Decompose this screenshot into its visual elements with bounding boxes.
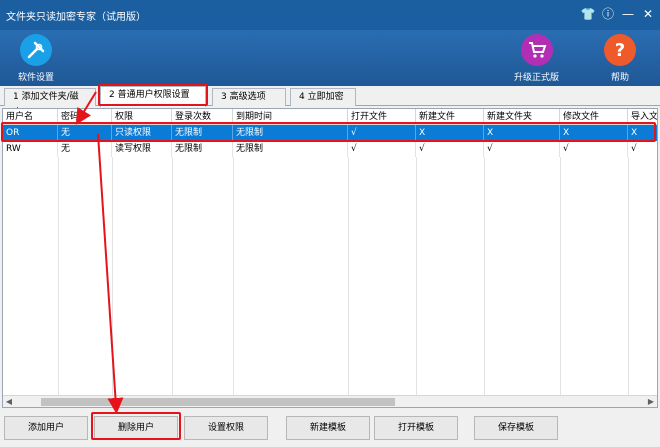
scroll-right-icon[interactable]: ▶ — [645, 396, 657, 407]
column-divider — [484, 157, 485, 395]
upgrade-tool[interactable]: 升级正式版 — [514, 34, 559, 83]
cell-modify-file: √ — [560, 141, 628, 157]
info-icon[interactable]: ⓘ — [600, 6, 616, 22]
tab-encrypt-now[interactable]: 4 立即加密 — [290, 88, 356, 106]
shirt-icon[interactable]: 👕 — [580, 6, 596, 22]
help-label: 帮助 — [610, 73, 629, 83]
table-row[interactable]: RW 无 读写权限 无限制 无限制 √ √ √ √ √ — [3, 141, 657, 157]
column-divider — [58, 157, 59, 395]
column-divider — [628, 157, 629, 395]
column-divider — [233, 157, 234, 395]
save-template-button[interactable]: 保存模板 — [474, 416, 558, 440]
open-template-button[interactable]: 打开模板 — [374, 416, 458, 440]
column-divider — [348, 157, 349, 395]
window-title: 文件夹只读加密专家（试用版） — [6, 12, 146, 23]
cell-password: 无 — [58, 141, 112, 157]
cell-import-file: √ — [628, 141, 657, 157]
tab-add-folder[interactable]: 1 添加文件夹/磁盘 — [4, 88, 96, 118]
scrollbar-thumb[interactable] — [41, 398, 395, 406]
header-toolbar: 软件设置 升级正式版 ? 帮助 — [0, 30, 660, 86]
cell-new-folder: √ — [484, 141, 560, 157]
cell-new-file: √ — [416, 141, 484, 157]
cell-permission: 读写权限 — [112, 141, 172, 157]
row-highlight-box — [1, 122, 656, 142]
wrench-screwdriver-icon — [20, 34, 52, 66]
settings-tool[interactable]: 软件设置 — [18, 34, 54, 83]
add-user-button[interactable]: 添加用户 — [4, 416, 88, 440]
upgrade-label: 升级正式版 — [514, 73, 560, 83]
horizontal-scrollbar[interactable]: ◀ ▶ — [3, 395, 657, 407]
button-highlight-box — [91, 412, 181, 440]
column-divider — [560, 157, 561, 395]
cart-icon — [520, 34, 553, 66]
cell-open-file: √ — [348, 141, 416, 157]
settings-label: 软件设置 — [18, 73, 55, 83]
cell-expiry: 无限制 — [233, 141, 348, 157]
column-divider — [172, 157, 173, 395]
column-divider — [112, 157, 113, 395]
user-table: 用户名 密码 权限 登录次数 到期时间 打开文件 新建文件 新建文件夹 修改文件… — [2, 108, 658, 408]
cell-login-count: 无限制 — [172, 141, 233, 157]
tab-advanced[interactable]: 3 高级选项 — [212, 88, 286, 106]
set-permission-button[interactable]: 设置权限 — [184, 416, 268, 440]
question-icon: ? — [604, 34, 636, 66]
close-icon[interactable]: ✕ — [640, 6, 656, 22]
column-divider — [416, 157, 417, 395]
scroll-left-icon[interactable]: ◀ — [3, 396, 15, 407]
new-template-button[interactable]: 新建模板 — [286, 416, 370, 440]
tab-highlight-box — [98, 84, 208, 106]
title-bar: 文件夹只读加密专家（试用版） 👕 ⓘ — ✕ — [0, 0, 660, 30]
cell-username: RW — [3, 141, 58, 157]
minimize-icon[interactable]: — — [620, 6, 636, 22]
help-tool[interactable]: ? 帮助 — [604, 34, 636, 83]
